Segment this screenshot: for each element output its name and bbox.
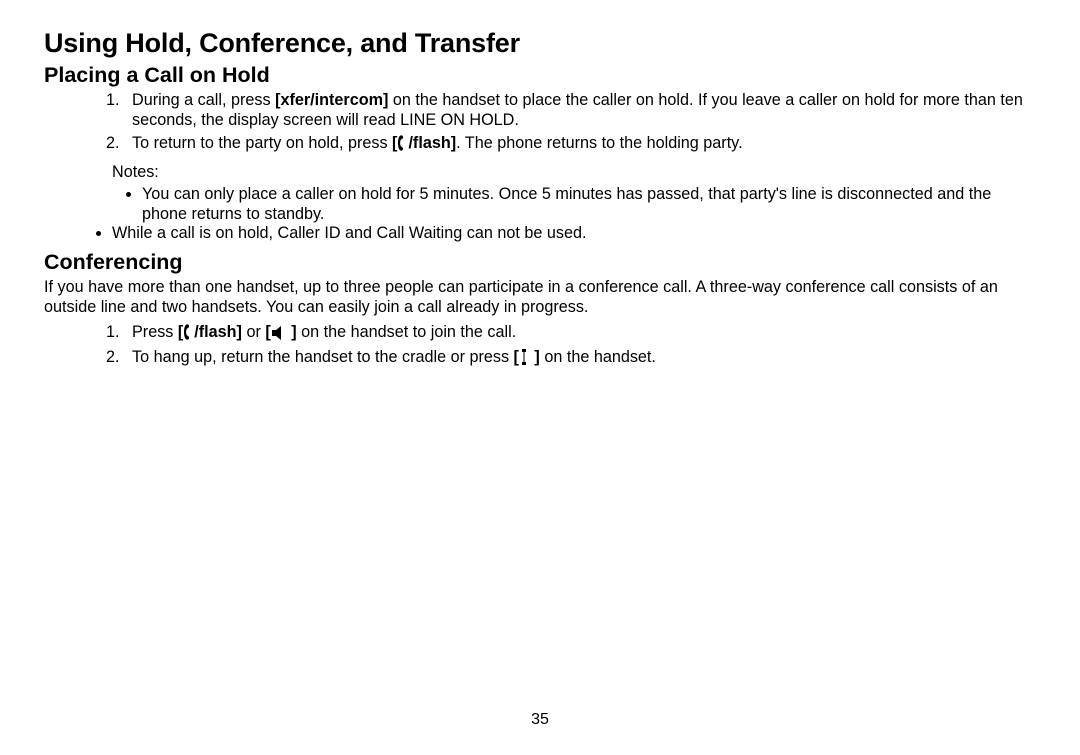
talk-icon: [398, 135, 407, 156]
text: To hang up, return the handset to the cr…: [132, 348, 514, 366]
page-title: Using Hold, Conference, and Transfer: [44, 28, 1036, 59]
bold-key: [: [392, 134, 397, 152]
bold-key: [xfer/intercom]: [275, 91, 388, 109]
bold-key: /flash]: [194, 323, 242, 341]
bold-key: /flash]: [408, 134, 456, 152]
text: To return to the party on hold, press: [132, 134, 392, 152]
speaker-icon: [272, 325, 286, 345]
conf-step-2: To hang up, return the handset to the cr…: [124, 347, 1036, 370]
hold-step-2: To return to the party on hold, press [ /…: [124, 133, 1036, 156]
conferencing-intro: If you have more than one handset, up to…: [44, 277, 1036, 318]
text: or: [242, 323, 265, 341]
end-icon: [520, 349, 529, 370]
talk-icon: [184, 324, 193, 345]
bold-key: [: [514, 348, 519, 366]
text: Press: [132, 323, 178, 341]
page-number: 35: [0, 711, 1080, 729]
bold-key: ]: [530, 348, 540, 366]
hold-note-1: You can only place a caller on hold for …: [142, 185, 1036, 225]
bold-key: [: [265, 323, 270, 341]
text: on the handset.: [540, 348, 656, 366]
hold-note-2: While a call is on hold, Caller ID and C…: [112, 224, 1036, 244]
bold-key: [: [178, 323, 183, 341]
text: During a call, press: [132, 91, 275, 109]
section-heading-conferencing: Conferencing: [44, 250, 1036, 275]
conf-step-1: Press [ /flash] or [ ] on the handset to …: [124, 322, 1036, 345]
notes-label: Notes:: [112, 162, 1036, 183]
section-heading-hold: Placing a Call on Hold: [44, 63, 1036, 88]
hold-step-1: During a call, press [xfer/intercom] on …: [124, 90, 1036, 131]
text: . The phone returns to the holding party…: [456, 134, 742, 152]
text: on the handset to join the call.: [297, 323, 517, 341]
bold-key: ]: [287, 323, 297, 341]
